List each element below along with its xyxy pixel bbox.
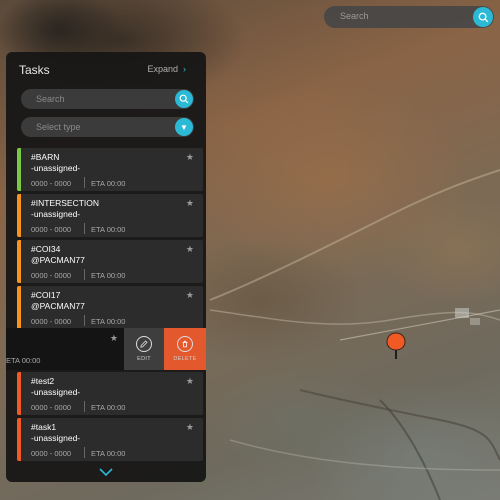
task-code: 0000 - 0000: [31, 225, 72, 234]
divider: [84, 269, 85, 280]
swiped-task-row[interactable]: ETA 00:00 ★ EDIT DELETE: [6, 328, 206, 370]
task-name: #task1: [31, 422, 57, 432]
task-eta: ETA 00:00: [91, 179, 126, 188]
task-eta: ETA 00:00: [91, 449, 126, 458]
chevron-right-icon: ›: [183, 64, 186, 74]
task-eta: ETA 00:00: [6, 356, 41, 365]
task-status-bar: [17, 372, 21, 415]
star-icon[interactable]: ★: [186, 198, 194, 209]
task-card[interactable]: #COI34 @PACMAN77 0000 - 0000 ETA 00:00 ★: [17, 240, 203, 283]
star-icon[interactable]: ★: [186, 244, 194, 255]
task-search-input[interactable]: Search: [21, 89, 194, 109]
delete-label: DELETE: [173, 356, 197, 362]
task-name: #INTERSECTION: [31, 198, 100, 208]
panel-title: Tasks: [19, 63, 50, 77]
edit-button[interactable]: EDIT: [124, 328, 164, 370]
task-assignee: -unassigned-: [31, 163, 81, 173]
task-status-bar: [17, 148, 21, 191]
divider: [84, 177, 85, 188]
task-name: #BARN: [31, 152, 60, 162]
task-code: 0000 - 0000: [31, 403, 72, 412]
task-code: 0000 - 0000: [31, 317, 72, 326]
task-assignee: @PACMAN77: [31, 301, 85, 311]
task-status-bar: [17, 418, 21, 461]
task-card[interactable]: #test2 -unassigned- 0000 - 0000 ETA 00:0…: [17, 372, 203, 415]
task-eta: ETA 00:00: [91, 403, 126, 412]
task-card[interactable]: #BARN -unassigned- 0000 - 0000 ETA 00:00…: [17, 148, 203, 191]
type-select-placeholder: Select type: [36, 122, 81, 132]
star-icon[interactable]: ★: [186, 290, 194, 301]
divider: [84, 315, 85, 326]
trash-icon: [177, 336, 193, 352]
tasks-panel: Tasks Expand › Search Select type ▼ #BAR…: [6, 52, 206, 482]
task-card[interactable]: #task1 -unassigned- 0000 - 0000 ETA 00:0…: [17, 418, 203, 461]
task-code: 0000 - 0000: [31, 449, 72, 458]
expand-button[interactable]: Expand ›: [147, 64, 186, 74]
search-icon[interactable]: [473, 7, 493, 27]
swiped-task-card[interactable]: ETA 00:00 ★: [6, 328, 124, 370]
delete-button[interactable]: DELETE: [164, 328, 206, 370]
star-icon[interactable]: ★: [110, 333, 118, 344]
task-eta: ETA 00:00: [91, 225, 126, 234]
map-search-input[interactable]: Search: [324, 6, 494, 28]
task-card[interactable]: #INTERSECTION -unassigned- 0000 - 0000 E…: [17, 194, 203, 237]
task-assignee: -unassigned-: [31, 209, 81, 219]
task-name: #test2: [31, 376, 55, 386]
task-assignee: -unassigned-: [31, 433, 81, 443]
task-assignee: @PACMAN77: [31, 255, 85, 265]
task-name: #COI34: [31, 244, 61, 254]
map-pin-icon[interactable]: [385, 332, 407, 360]
task-status-bar: [17, 286, 21, 329]
map-search-placeholder: Search: [340, 11, 369, 21]
task-eta: ETA 00:00: [91, 317, 126, 326]
star-icon[interactable]: ★: [186, 422, 194, 433]
expand-label: Expand: [147, 64, 178, 74]
task-code: 0000 - 0000: [31, 179, 72, 188]
task-code: 0000 - 0000: [31, 271, 72, 280]
task-eta: ETA 00:00: [91, 271, 126, 280]
task-status-bar: [17, 240, 21, 283]
edit-label: EDIT: [137, 356, 151, 362]
divider: [84, 447, 85, 458]
search-icon[interactable]: [175, 90, 193, 108]
chevron-down-icon[interactable]: ▼: [175, 118, 193, 136]
type-select[interactable]: Select type ▼: [21, 117, 194, 137]
task-card[interactable]: #COI17 @PACMAN77 0000 - 0000 ETA 00:00 ★: [17, 286, 203, 329]
task-search-placeholder: Search: [36, 94, 65, 104]
star-icon[interactable]: ★: [186, 152, 194, 163]
divider: [84, 401, 85, 412]
star-icon[interactable]: ★: [186, 376, 194, 387]
pencil-icon: [136, 336, 152, 352]
task-assignee: -unassigned-: [31, 387, 81, 397]
chevron-down-icon[interactable]: [98, 464, 114, 477]
task-status-bar: [17, 194, 21, 237]
divider: [84, 223, 85, 234]
task-name: #COI17: [31, 290, 61, 300]
